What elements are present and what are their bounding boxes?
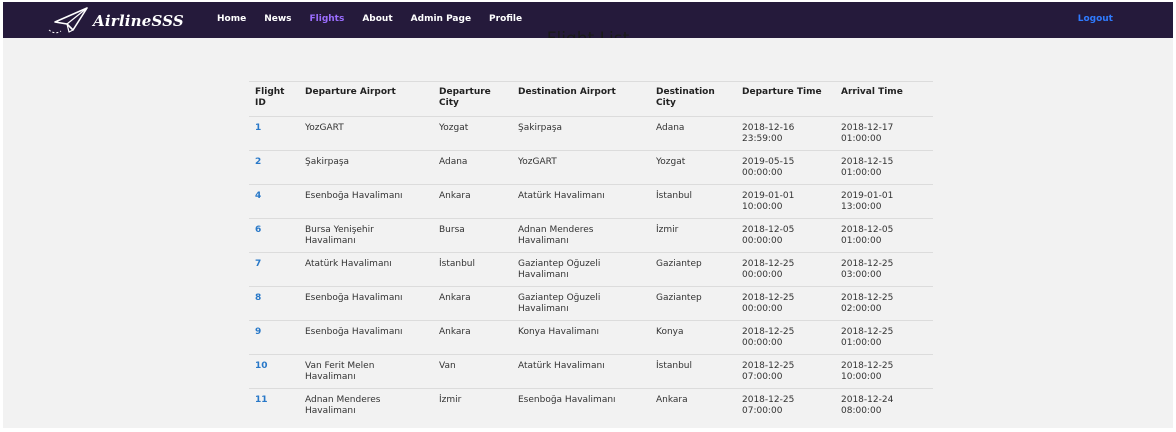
table-row: 6 Bursa Yenişehir Havalimanı Bursa Adnan Me… xyxy=(249,218,933,253)
table-row: 10 Van Ferit Melen Havalimanı Van Atatürk H… xyxy=(249,354,933,389)
destination-airport-cell: Adnan Menderes Havalimanı xyxy=(512,218,650,253)
flight-id-link[interactable]: 7 xyxy=(249,252,299,287)
departure-airport-cell: Şakirpaşa xyxy=(299,150,433,185)
departure-city-cell: Adana xyxy=(433,150,512,185)
destination-airport-cell: Gaziantep Oğuzeli Havalimanı xyxy=(512,286,650,321)
col-header-departure-city: Departure City xyxy=(433,81,512,117)
arrival-time-cell: 2019-01-01 13:00:00 xyxy=(835,184,933,219)
destination-airport-cell: Gaziantep Oğuzeli Havalimanı xyxy=(512,252,650,287)
col-header-arrival-time: Arrival Time xyxy=(835,81,933,117)
nav-link-about[interactable]: About xyxy=(362,14,392,24)
arrival-time-cell: 2018-12-15 01:00:00 xyxy=(835,150,933,185)
flight-id-link[interactable]: 2 xyxy=(249,150,299,185)
table-row: 2 Şakirpaşa Adana YozGART Yozgat 2019-05-15 0… xyxy=(249,150,933,185)
flight-id-link[interactable]: 4 xyxy=(249,184,299,219)
table-row: 4 Esenboğa Havalimanı Ankara Atatürk Havali… xyxy=(249,184,933,219)
table-row: 11 Adnan Menderes Havalimanı İzmir Esenboğa… xyxy=(249,388,933,422)
departure-time-cell: 2018-12-25 00:00:00 xyxy=(736,286,835,321)
destination-airport-cell: Atatürk Havalimanı xyxy=(512,354,650,389)
page-title: Flight List xyxy=(3,26,1173,38)
nav-links: Home News Flights About Admin Page Profi… xyxy=(217,14,540,24)
destination-city-cell: İstanbul xyxy=(650,184,736,219)
departure-time-cell: 2018-12-25 07:00:00 xyxy=(736,354,835,389)
departure-airport-cell: Esenboğa Havalimanı xyxy=(299,286,433,321)
flight-id-link[interactable]: 10 xyxy=(249,354,299,389)
nav-link-news[interactable]: News xyxy=(264,14,291,24)
col-header-destination-airport: Destination Airport xyxy=(512,81,650,117)
destination-city-cell: Yozgat xyxy=(650,150,736,185)
table-row: 1 YozGART Yozgat Şakirpaşa Adana 2018-12-16 2… xyxy=(249,116,933,151)
destination-airport-cell: YozGART xyxy=(512,150,650,185)
arrival-time-cell: 2018-12-05 01:00:00 xyxy=(835,218,933,253)
departure-city-cell: İstanbul xyxy=(433,252,512,287)
flight-id-link[interactable]: 11 xyxy=(249,388,299,422)
destination-city-cell: Konya xyxy=(650,320,736,355)
destination-airport-cell: Konya Havalimanı xyxy=(512,320,650,355)
departure-airport-cell: Adnan Menderes Havalimanı xyxy=(299,388,433,422)
departure-city-cell: Van xyxy=(433,354,512,389)
departure-city-cell: Bursa xyxy=(433,218,512,253)
departure-time-cell: 2018-12-25 07:00:00 xyxy=(736,388,835,422)
table-row: 8 Esenboğa Havalimanı Ankara Gaziantep Oğuz… xyxy=(249,286,933,321)
destination-airport-cell: Şakirpaşa xyxy=(512,116,650,151)
departure-city-cell: Yozgat xyxy=(433,116,512,151)
col-header-departure-time: Departure Time xyxy=(736,81,835,117)
flight-id-link[interactable]: 8 xyxy=(249,286,299,321)
nav-link-flights[interactable]: Flights xyxy=(310,14,345,24)
departure-airport-cell: Esenboğa Havalimanı xyxy=(299,320,433,355)
departure-time-cell: 2018-12-25 00:00:00 xyxy=(736,320,835,355)
departure-time-cell: 2019-05-15 00:00:00 xyxy=(736,150,835,185)
table-row: 9 Esenboğa Havalimanı Ankara Konya Havalima… xyxy=(249,320,933,355)
arrival-time-cell: 2018-12-25 03:00:00 xyxy=(835,252,933,287)
departure-city-cell: Ankara xyxy=(433,286,512,321)
arrival-time-cell: 2018-12-25 10:00:00 xyxy=(835,354,933,389)
destination-city-cell: Gaziantep xyxy=(650,252,736,287)
table-header-row: Flight ID Departure Airport Departure Ci… xyxy=(249,81,933,117)
departure-city-cell: İzmir xyxy=(433,388,512,422)
departure-airport-cell: Esenboğa Havalimanı xyxy=(299,184,433,219)
logout-link[interactable]: Logout xyxy=(1078,14,1113,24)
departure-airport-cell: Bursa Yenişehir Havalimanı xyxy=(299,218,433,253)
table-row: 7 Atatürk Havalimanı İstanbul Gaziantep Oğu… xyxy=(249,252,933,287)
arrival-time-cell: 2018-12-25 01:00:00 xyxy=(835,320,933,355)
col-header-destination-city: Destination City xyxy=(650,81,736,117)
departure-time-cell: 2018-12-25 00:00:00 xyxy=(736,252,835,287)
destination-city-cell: Gaziantep xyxy=(650,286,736,321)
departure-time-cell: 2018-12-05 00:00:00 xyxy=(736,218,835,253)
nav-link-home[interactable]: Home xyxy=(217,14,246,24)
destination-airport-cell: Esenboğa Havalimanı xyxy=(512,388,650,422)
departure-city-cell: Ankara xyxy=(433,320,512,355)
destination-city-cell: Adana xyxy=(650,116,736,151)
arrival-time-cell: 2018-12-17 01:00:00 xyxy=(835,116,933,151)
flights-table-body: 1 YozGART Yozgat Şakirpaşa Adana 2018-12-16 2… xyxy=(249,116,933,422)
departure-time-cell: 2018-12-16 23:59:00 xyxy=(736,116,835,151)
departure-airport-cell: Van Ferit Melen Havalimanı xyxy=(299,354,433,389)
departure-city-cell: Ankara xyxy=(433,184,512,219)
page-frame: AirlineSSS Home News Flights About Admin… xyxy=(3,2,1173,428)
destination-city-cell: İzmir xyxy=(650,218,736,253)
departure-airport-cell: YozGART xyxy=(299,116,433,151)
flight-id-link[interactable]: 9 xyxy=(249,320,299,355)
flight-id-link[interactable]: 1 xyxy=(249,116,299,151)
destination-airport-cell: Atatürk Havalimanı xyxy=(512,184,650,219)
col-header-departure-airport: Departure Airport xyxy=(299,81,433,117)
destination-city-cell: Ankara xyxy=(650,388,736,422)
col-header-flight-id: Flight ID xyxy=(249,81,299,117)
flight-id-link[interactable]: 6 xyxy=(249,218,299,253)
nav-link-profile[interactable]: Profile xyxy=(489,14,522,24)
arrival-time-cell: 2018-12-25 02:00:00 xyxy=(835,286,933,321)
departure-time-cell: 2019-01-01 10:00:00 xyxy=(736,184,835,219)
arrival-time-cell: 2018-12-24 08:00:00 xyxy=(835,388,933,422)
flights-table: Flight ID Departure Airport Departure Ci… xyxy=(249,81,933,422)
destination-city-cell: İstanbul xyxy=(650,354,736,389)
nav-link-admin-page[interactable]: Admin Page xyxy=(411,14,471,24)
departure-airport-cell: Atatürk Havalimanı xyxy=(299,252,433,287)
